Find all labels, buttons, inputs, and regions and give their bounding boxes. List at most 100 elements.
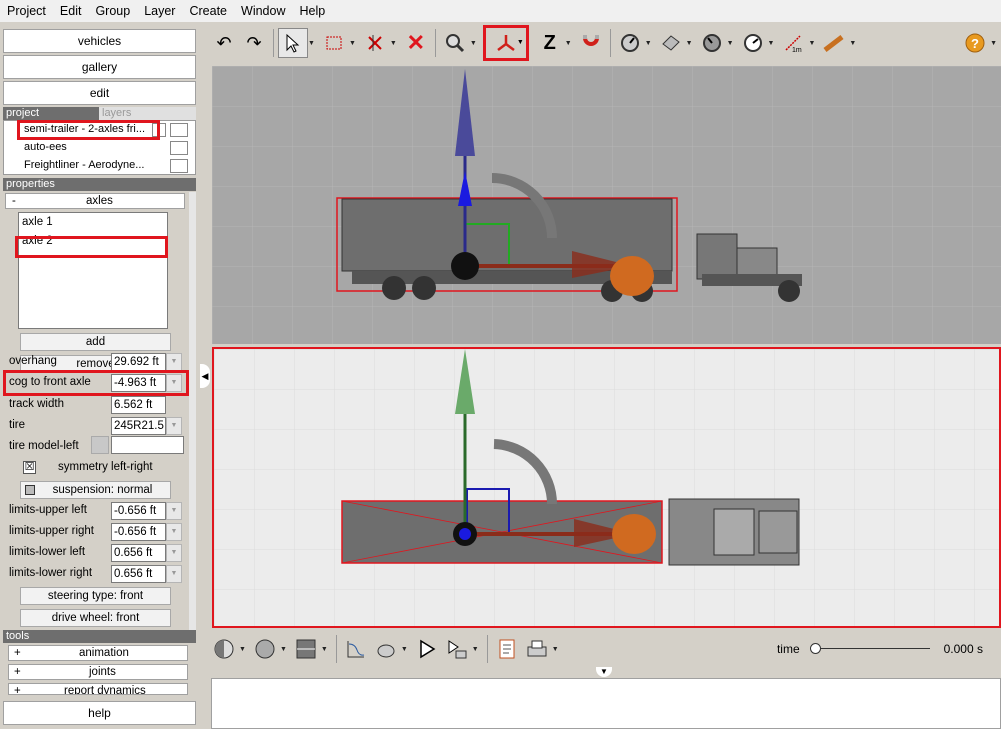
teapot-dropdown-icon[interactable]: ▼ [401, 646, 408, 653]
top-viewport[interactable] [212, 347, 1001, 628]
menu-window[interactable]: Window [234, 4, 292, 18]
add-button[interactable]: add [20, 333, 171, 351]
tool-report-dynamics[interactable]: + report dynamics [8, 683, 188, 695]
tab-layers[interactable]: layers [99, 107, 196, 120]
undo-icon[interactable]: ↶ [209, 28, 239, 58]
zoom-icon[interactable] [440, 28, 470, 58]
teapot-icon[interactable] [371, 634, 401, 664]
help-dropdown-icon[interactable]: ▼ [990, 40, 997, 47]
step-play-icon[interactable] [442, 634, 472, 664]
measure-icon[interactable] [615, 28, 645, 58]
material-dropdown-icon[interactable]: ▼ [280, 646, 287, 653]
properties-scrollbar[interactable] [189, 192, 196, 652]
tire-model-left-input[interactable] [111, 436, 184, 454]
axle-list-item-1[interactable]: axle 1 [22, 216, 53, 228]
eraser-dropdown-icon[interactable]: ▼ [686, 40, 693, 47]
tire-model-color-swatch[interactable] [91, 436, 109, 454]
magnet-icon[interactable] [576, 28, 606, 58]
print-dropdown-icon[interactable]: ▼ [552, 646, 559, 653]
dial-icon[interactable] [697, 28, 727, 58]
drive-wheel-button[interactable]: drive wheel: front [20, 609, 171, 627]
axes-icon[interactable]: ▼ [482, 25, 529, 61]
help-icon[interactable]: ? [960, 28, 990, 58]
zoom-dropdown-icon[interactable]: ▼ [470, 40, 477, 47]
menu-project[interactable]: Project [0, 4, 53, 18]
dial-dropdown-icon[interactable]: ▼ [727, 40, 734, 47]
project-item-3-lock[interactable] [170, 159, 188, 173]
eraser-icon[interactable] [656, 28, 686, 58]
project-item-2[interactable]: auto-ees [24, 141, 67, 153]
top-cog-marker[interactable] [612, 514, 656, 554]
z-axis-icon[interactable]: Z [535, 28, 565, 58]
axes-dropdown-icon[interactable]: ▼ [517, 39, 524, 46]
suspension-button[interactable]: suspension: normal [20, 481, 171, 499]
symmetry-checkbox[interactable]: ☒ [23, 461, 36, 474]
delete-icon[interactable]: ✕ [401, 28, 431, 58]
limits-lower-left-spinner[interactable]: ▼ [166, 544, 182, 562]
material-icon[interactable] [250, 634, 280, 664]
z-axis-dropdown-icon[interactable]: ▼ [565, 40, 572, 47]
ruler-icon[interactable]: 1m [778, 28, 808, 58]
gallery-button[interactable]: gallery [3, 55, 196, 79]
project-item-1-lock[interactable] [170, 123, 188, 137]
vehicles-button[interactable]: vehicles [3, 29, 196, 53]
gauge-dropdown-icon[interactable]: ▼ [768, 40, 775, 47]
select-box-icon[interactable] [319, 28, 349, 58]
play-icon[interactable] [412, 634, 442, 664]
ruler-dropdown-icon[interactable]: ▼ [808, 40, 815, 47]
select-box-dropdown-icon[interactable]: ▼ [349, 40, 356, 47]
limits-upper-right-input[interactable]: -0.656 ft [111, 523, 166, 541]
menu-help[interactable]: Help [292, 4, 332, 18]
report-icon[interactable] [492, 634, 522, 664]
tab-project[interactable]: project [6, 107, 39, 119]
select-dropdown-icon[interactable]: ▼ [308, 40, 315, 47]
redo-icon[interactable]: ↷ [239, 28, 269, 58]
project-item-3[interactable]: Freightliner - Aerodyne... [24, 159, 144, 171]
time-slider[interactable] [809, 643, 930, 655]
tool-animation[interactable]: + animation [8, 645, 188, 661]
step-play-dropdown-icon[interactable]: ▼ [472, 646, 479, 653]
deselect-icon[interactable] [360, 28, 390, 58]
tool-joints[interactable]: + joints [8, 664, 188, 680]
time-slider-thumb[interactable] [809, 643, 821, 654]
graph-icon[interactable] [341, 634, 371, 664]
deselect-dropdown-icon[interactable]: ▼ [390, 40, 397, 47]
tire-spinner[interactable]: ▼ [166, 417, 182, 435]
overhang-spinner[interactable]: ▼ [166, 353, 182, 371]
project-item-2-lock[interactable] [170, 141, 188, 155]
edit-button[interactable]: edit [3, 81, 196, 105]
limits-upper-right-spinner[interactable]: ▼ [166, 523, 182, 541]
shading-icon[interactable] [209, 634, 239, 664]
axles-collapse-sign[interactable]: - [12, 194, 16, 208]
axles-group-header[interactable]: - axles [5, 193, 185, 209]
print-icon[interactable] [522, 634, 552, 664]
menu-edit[interactable]: Edit [53, 4, 89, 18]
menu-group[interactable]: Group [88, 4, 137, 18]
layout-icon[interactable] [291, 634, 321, 664]
limits-lower-right-input[interactable]: 0.656 ft [111, 565, 166, 583]
limits-lower-left-input[interactable]: 0.656 ft [111, 544, 166, 562]
help-button[interactable]: help [3, 701, 196, 725]
limits-upper-left-spinner[interactable]: ▼ [166, 502, 182, 520]
select-arrow-icon[interactable] [278, 28, 308, 58]
tire-input[interactable]: 245R21.5 [111, 417, 166, 435]
collapse-panel-handle[interactable]: ◀ [200, 364, 210, 388]
limits-lower-right-spinner[interactable]: ▼ [166, 565, 182, 583]
overhang-input[interactable]: 29.692 ft [111, 353, 166, 371]
menu-layer[interactable]: Layer [137, 4, 182, 18]
pencil-dropdown-icon[interactable]: ▼ [849, 40, 856, 47]
pencil-icon[interactable] [819, 28, 849, 58]
status-expand-handle[interactable]: ▼ [596, 667, 612, 677]
axle-pivot[interactable] [451, 252, 479, 280]
limits-upper-left-input[interactable]: -0.656 ft [111, 502, 166, 520]
menu-create[interactable]: Create [182, 4, 234, 18]
steering-type-button[interactable]: steering type: front [20, 587, 171, 605]
layout-dropdown-icon[interactable]: ▼ [321, 646, 328, 653]
shading-dropdown-icon[interactable]: ▼ [239, 646, 246, 653]
track-width-input[interactable]: 6.562 ft [111, 396, 166, 414]
measure-dropdown-icon[interactable]: ▼ [645, 40, 652, 47]
gauge-icon[interactable] [738, 28, 768, 58]
side-viewport[interactable] [212, 66, 1001, 344]
cog-marker[interactable] [610, 256, 654, 296]
truck-top[interactable] [668, 498, 800, 566]
